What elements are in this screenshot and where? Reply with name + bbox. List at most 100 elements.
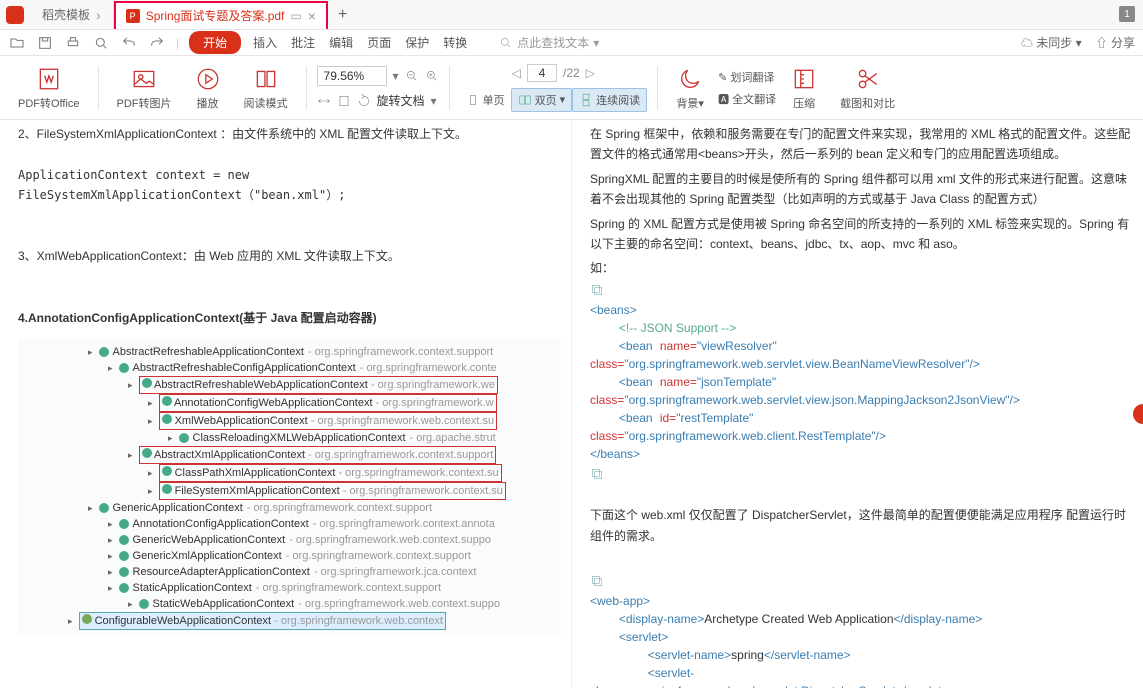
tree-row: ▸ FileSystemXmlApplicationContext - org.… bbox=[48, 482, 557, 500]
play-button[interactable]: 播放 bbox=[186, 65, 230, 111]
code-line: FileSystemXmlApplicationContext（"bean.xm… bbox=[18, 185, 561, 205]
menu-protect[interactable]: 保护 bbox=[403, 34, 431, 51]
pdf-page-right: 在 Spring 框架中，依赖和服务需要在专门的配置文件来实现，我常用的 XML… bbox=[572, 120, 1143, 688]
paragraph: SpringXML 配置的主要目的时候是使所有的 Spring 组件都可以用 x… bbox=[590, 169, 1133, 210]
copy-icon[interactable] bbox=[590, 283, 604, 297]
tree-row: ▸ ConfigurableWebApplicationContext - or… bbox=[48, 612, 557, 630]
document-viewport: 2、FileSystemXmlApplicationContext ：由文件系统… bbox=[0, 120, 1143, 688]
tree-row: ▸ AbstractRefreshableConfigApplicationCo… bbox=[48, 360, 557, 376]
share-button[interactable]: ⇧ 分享 bbox=[1096, 34, 1135, 51]
menu-annotate[interactable]: 批注 bbox=[289, 34, 317, 51]
double-page-button[interactable]: 双页▾ bbox=[511, 88, 573, 112]
tab-label: Spring面试专题及答案.pdf bbox=[146, 7, 285, 24]
menu-page[interactable]: 页面 bbox=[365, 34, 393, 51]
side-handle-icon[interactable] bbox=[1133, 404, 1143, 424]
redo-icon[interactable] bbox=[148, 34, 166, 52]
fit-page-icon[interactable] bbox=[337, 94, 351, 108]
page-current-input[interactable]: 4 bbox=[527, 64, 557, 82]
paragraph: 如： bbox=[590, 258, 1133, 278]
menu-start[interactable]: 开始 bbox=[189, 31, 241, 54]
menu-convert[interactable]: 转换 bbox=[441, 34, 469, 51]
word-translate-button[interactable]: ✎ 划词翻译 bbox=[718, 69, 776, 85]
image-icon bbox=[130, 65, 158, 93]
tree-row: ▸ StaticWebApplicationContext - org.spri… bbox=[48, 596, 557, 612]
tree-row: ▸ AnnotationConfigApplicationContext - o… bbox=[48, 516, 557, 532]
tree-row: ▸ ClassReloadingXMLWebApplicationContext… bbox=[48, 430, 557, 446]
tree-row: ▸ GenericXmlApplicationContext - org.spr… bbox=[48, 548, 557, 564]
tree-row: ▸ ClassPathXmlApplicationContext - org.s… bbox=[48, 464, 557, 482]
compress-button[interactable]: 压缩 bbox=[782, 65, 826, 111]
play-icon bbox=[194, 65, 222, 93]
right-actions: ☁ 未同步 ▾ ⇧ 分享 bbox=[1021, 34, 1135, 51]
menu-edit[interactable]: 编辑 bbox=[327, 34, 355, 51]
zoom-input[interactable]: 79.56% bbox=[317, 66, 387, 86]
pdf-to-office-button[interactable]: PDF转Office bbox=[10, 65, 88, 111]
tree-row: ▸ AbstractXmlApplicationContext - org.sp… bbox=[48, 446, 557, 464]
pdf-page-left: 2、FileSystemXmlApplicationContext ：由文件系统… bbox=[0, 120, 572, 688]
paragraph: 3、XmlWebApplicationContext：由 Web 应用的 XML… bbox=[18, 246, 561, 266]
rotate-label: 旋转文档 bbox=[377, 92, 425, 109]
zoom-controls: 79.56% ▾ bbox=[317, 66, 439, 86]
copy-icon[interactable] bbox=[590, 574, 604, 588]
book-icon bbox=[252, 65, 280, 93]
save-icon[interactable] bbox=[36, 34, 54, 52]
tree-row: ▸ StaticApplicationContext - org.springf… bbox=[48, 580, 557, 596]
fit-width-icon[interactable] bbox=[317, 94, 331, 108]
rotate-icon[interactable] bbox=[357, 94, 371, 108]
tree-row: ▸ GenericWebApplicationContext - org.spr… bbox=[48, 532, 557, 548]
paragraph: 4.AnnotationConfigApplicationContext(基于 … bbox=[18, 308, 561, 328]
zoom-in-icon[interactable] bbox=[425, 69, 439, 83]
pdf-to-image-button[interactable]: PDF转图片 bbox=[109, 65, 180, 111]
paragraph: 在 Spring 框架中，依赖和服务需要在专门的配置文件来实现，我常用的 XML… bbox=[590, 124, 1133, 165]
title-bar: 稻壳模板 › P Spring面试专题及答案.pdf ▭ × + 1 bbox=[0, 0, 1143, 30]
fulltext-translate-button[interactable]: 🅰 全文翻译 bbox=[718, 91, 776, 107]
chevron-right-icon: › bbox=[96, 7, 101, 23]
scissors-icon bbox=[854, 65, 882, 93]
search-input[interactable]: 点此查找文本 ▾ bbox=[499, 34, 599, 51]
prev-page-icon[interactable]: ◁ bbox=[512, 66, 521, 80]
word-icon bbox=[35, 65, 63, 93]
print-icon[interactable] bbox=[64, 34, 82, 52]
preview-icon[interactable] bbox=[92, 34, 110, 52]
tree-row: ▸ GenericApplicationContext - org.spring… bbox=[48, 500, 557, 516]
tree-row: ▸ AnnotationConfigWebApplicationContext … bbox=[48, 394, 557, 412]
xml-code-block: <beans> <!-- JSON Support --> <bean name… bbox=[590, 301, 1133, 463]
page-total: /22 bbox=[563, 66, 580, 80]
tree-row: ▸ AbstractRefreshableApplicationContext … bbox=[48, 344, 557, 360]
continuous-button[interactable]: 连续阅读 bbox=[572, 88, 647, 112]
copy-icon[interactable] bbox=[590, 467, 604, 481]
code-line: ApplicationContext context = new bbox=[18, 165, 561, 185]
moon-icon bbox=[676, 65, 704, 93]
tree-row: ▸ ResourceAdapterApplicationContext - or… bbox=[48, 564, 557, 580]
read-mode-button[interactable]: 阅读模式 bbox=[236, 65, 296, 111]
paragraph: Spring 的 XML 配置方式是使用被 Spring 命名空间的所支持的一系… bbox=[590, 214, 1133, 255]
tab-active-pdf[interactable]: P Spring面试专题及答案.pdf ▭ × bbox=[114, 1, 328, 29]
tree-row: ▸ AbstractRefreshableWebApplicationConte… bbox=[48, 376, 557, 394]
tab-templates[interactable]: 稻壳模板 › bbox=[30, 1, 114, 29]
quick-access-bar: | 开始 插入 批注 编辑 页面 保护 转换 点此查找文本 ▾ ☁ 未同步 ▾ … bbox=[0, 30, 1143, 56]
pdf-icon: P bbox=[126, 9, 140, 23]
zoom-out-icon[interactable] bbox=[405, 69, 419, 83]
single-page-button[interactable]: 单页 bbox=[460, 89, 511, 111]
menu-insert[interactable]: 插入 bbox=[251, 34, 279, 51]
zoom-dropdown-icon[interactable]: ▾ bbox=[393, 69, 399, 83]
window-restore-icon[interactable]: ▭ bbox=[290, 9, 301, 23]
app-logo-icon bbox=[6, 6, 24, 24]
sync-button[interactable]: ☁ 未同步 ▾ bbox=[1021, 34, 1082, 51]
page-controls: ◁ 4/22 ▷ bbox=[512, 64, 595, 82]
class-hierarchy-tree: ▸ AbstractRefreshableApplicationContext … bbox=[18, 338, 561, 636]
tree-row: ▸ XmlWebApplicationContext - org.springf… bbox=[48, 412, 557, 430]
screenshot-compare-button[interactable]: 截图和对比 bbox=[832, 65, 903, 111]
search-placeholder: 点此查找文本 bbox=[517, 34, 589, 51]
xml-code-block: <web-app> <display-name>Archetype Create… bbox=[590, 592, 1133, 688]
compress-icon bbox=[790, 65, 818, 93]
close-icon[interactable]: × bbox=[308, 8, 316, 24]
next-page-icon[interactable]: ▷ bbox=[586, 66, 595, 80]
background-button[interactable]: 背景▾ bbox=[668, 65, 712, 111]
ribbon-toolbar: PDF转Office PDF转图片 播放 阅读模式 79.56% ▾ 旋转文档 ▾… bbox=[0, 56, 1143, 120]
new-tab-button[interactable]: + bbox=[328, 6, 357, 24]
window-index-badge: 1 bbox=[1119, 6, 1135, 22]
undo-icon[interactable] bbox=[120, 34, 138, 52]
tab-label: 稻壳模板 bbox=[42, 6, 90, 23]
open-icon[interactable] bbox=[8, 34, 26, 52]
